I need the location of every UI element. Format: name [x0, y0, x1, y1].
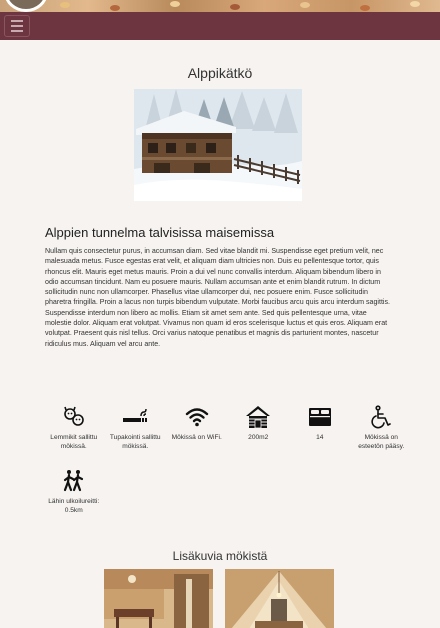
amenity-label: Mökissä on WiFi. [171, 434, 222, 441]
amenity-smoking: Tupakointi sallittu mökissä. [105, 404, 167, 468]
smoking-icon [122, 404, 148, 430]
bed-icon [307, 404, 333, 430]
pets-icon [61, 404, 87, 430]
amenity-label: Tupakointi sallittu mökissä. [109, 434, 161, 450]
amenity-trail: Lähin ulkoilureitti: 0.5km [43, 468, 105, 532]
amenity-beds: 14 [289, 404, 351, 468]
amenity-pets: Lemmikit sallittu mökissä. [43, 404, 105, 468]
gallery-title: Lisäkuvia mökistä [172, 549, 268, 563]
intro-paragraph: Nullam quis consectetur purus, in accums… [45, 247, 391, 348]
chalet-illustration [134, 89, 302, 201]
amenity-label: 14 [316, 434, 324, 441]
gallery-photo[interactable] [104, 569, 213, 628]
amenity-label: Lemmikit sallittu mökissä. [50, 434, 98, 450]
amenity-label: Mökissä on esteetön pääsy. [358, 434, 405, 450]
amenity-size: 200m2 [228, 404, 290, 468]
wifi-icon [184, 404, 210, 430]
amenities-list: Lemmikit sallittu mökissä. Tupakointi sa… [43, 404, 413, 532]
header-banner [0, 0, 440, 12]
amenity-accessibility: Mökissä on esteetön pääsy. [351, 404, 413, 468]
amenity-label: 200m2 [248, 434, 269, 441]
section-heading: Alppien tunnelma talvisissa maisemissa [45, 225, 275, 240]
page-title: Alppikätkö [187, 65, 253, 81]
hamburger-menu-button[interactable] [4, 15, 30, 37]
photo-gallery [104, 569, 334, 628]
hero-image [134, 89, 302, 201]
cabin-icon [245, 404, 271, 430]
gallery-photo[interactable] [225, 569, 334, 628]
hiking-icon [61, 468, 87, 494]
navbar [0, 12, 440, 40]
amenity-wifi: Mökissä on WiFi. [166, 404, 228, 468]
amenity-label: Lähin ulkoilureitti: 0.5km [48, 498, 100, 514]
hamburger-icon [11, 20, 23, 22]
wheelchair-icon [368, 404, 394, 430]
